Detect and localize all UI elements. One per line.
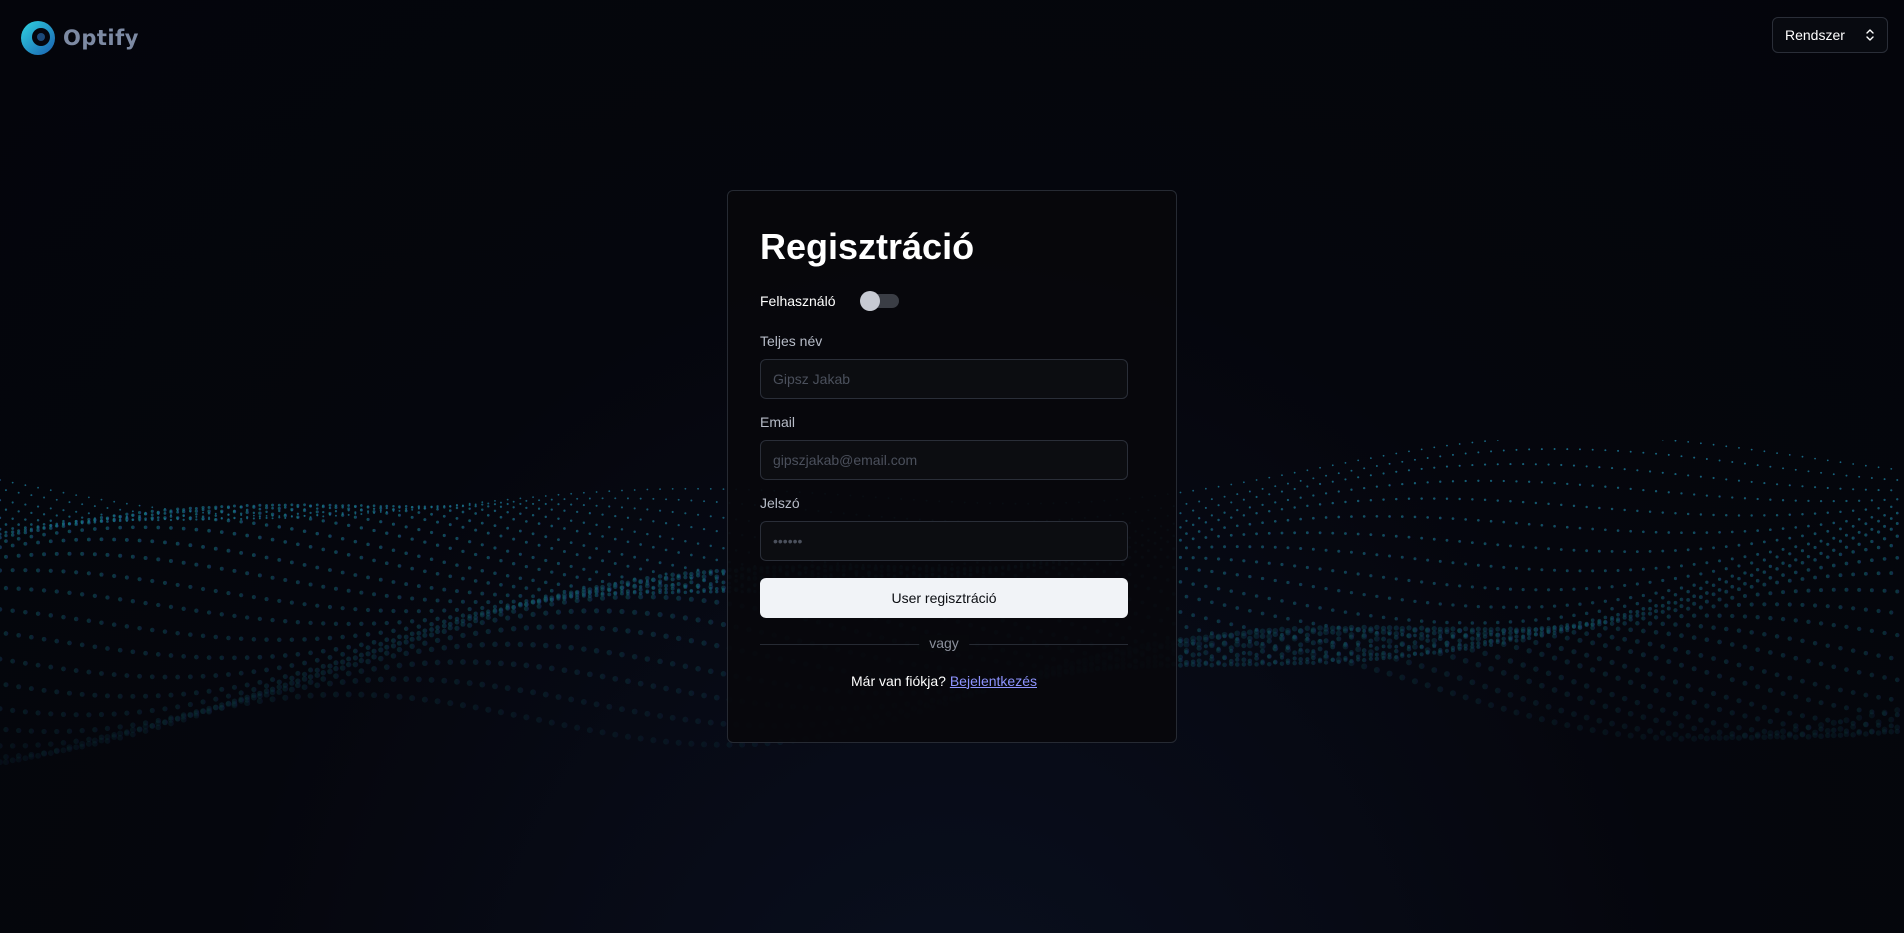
fullname-field-group: Teljes név	[760, 333, 1144, 399]
chevron-up-down-icon	[1866, 29, 1874, 41]
signin-link[interactable]: Bejelentkezés	[950, 673, 1037, 689]
account-type-toggle-label: Felhasználó	[760, 292, 836, 309]
email-field-group: Email	[760, 414, 1144, 480]
optify-logo-icon	[21, 21, 55, 55]
register-submit-button[interactable]: User regisztráció	[760, 577, 1128, 618]
email-label: Email	[760, 413, 796, 430]
signin-prompt-row: Már van fiókja? Bejelentkezés	[760, 673, 1128, 689]
brand-name: Optify	[63, 26, 139, 50]
account-type-toggle-row: Felhasználó	[760, 290, 1144, 311]
password-input[interactable]	[760, 520, 1128, 561]
page-title: Regisztráció	[760, 226, 975, 267]
or-divider: vagy	[760, 634, 1128, 651]
email-input[interactable]	[760, 439, 1128, 480]
switch-knob	[859, 290, 880, 311]
registration-page: Optify Rendszer Regisztráció Felhasználó…	[0, 0, 1904, 933]
signin-prompt-text: Már van fiókja?	[851, 672, 946, 689]
registration-card: Regisztráció Felhasználó Teljes név Emai…	[727, 190, 1177, 743]
fullname-input[interactable]	[760, 358, 1128, 399]
brand-logo-link[interactable]: Optify	[19, 19, 139, 57]
or-divider-text: vagy	[919, 634, 969, 651]
system-theme-select-value: Rendszer	[1785, 27, 1845, 43]
password-label: Jelszó	[760, 494, 800, 511]
account-type-switch[interactable]	[859, 290, 899, 311]
password-field-group: Jelszó	[760, 495, 1144, 561]
fullname-label: Teljes név	[760, 332, 823, 349]
system-theme-select[interactable]: Rendszer	[1772, 17, 1888, 53]
